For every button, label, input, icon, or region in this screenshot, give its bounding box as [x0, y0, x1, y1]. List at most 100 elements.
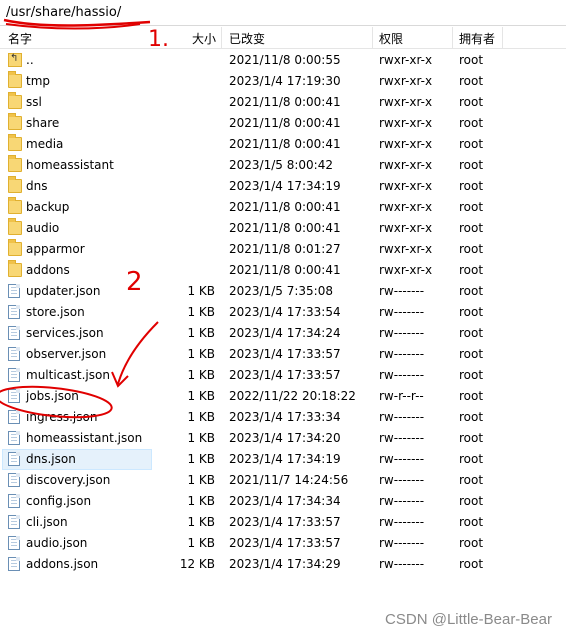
file-modified: 2023/1/4 17:34:19: [229, 452, 341, 466]
folder-icon: [8, 197, 22, 214]
file-owner: root: [459, 263, 484, 277]
file-modified: 2023/1/4 17:34:29: [229, 557, 341, 571]
file-row[interactable]: observer.json 1 KB 2023/1/4 17:33:57 rw----…: [0, 344, 566, 365]
file-size: 1 KB: [187, 347, 215, 361]
folder-row[interactable]: homeassistant 2023/1/5 8:00:42 rwxr-xr-x ro…: [0, 155, 566, 176]
file-row[interactable]: jobs.json 1 KB 2022/11/22 20:18:22 rw-r--r-…: [0, 386, 566, 407]
file-permissions: rwxr-xr-x: [379, 95, 433, 109]
file-icon: [8, 515, 20, 529]
column-divider[interactable]: [502, 27, 503, 48]
file-size: 1 KB: [187, 431, 215, 445]
file-owner: root: [459, 305, 484, 319]
file-icon: [8, 431, 20, 445]
folder-row[interactable]: audio 2021/11/8 0:00:41 rwxr-xr-x root: [0, 218, 566, 239]
column-permissions[interactable]: 权限: [379, 30, 403, 47]
file-name: ingress.json: [26, 410, 98, 424]
file-icon: [8, 410, 20, 424]
file-name: share: [26, 116, 60, 130]
file-owner: root: [459, 557, 484, 571]
file-name: multicast.json: [26, 368, 110, 382]
file-owner: root: [459, 221, 484, 235]
folder-row[interactable]: addons 2021/11/8 0:00:41 rwxr-xr-x root: [0, 260, 566, 281]
file-permissions: rw-------: [379, 305, 425, 319]
file-modified: 2023/1/4 17:33:57: [229, 368, 341, 382]
path-bar[interactable]: /usr/share/hassio/: [0, 0, 566, 26]
file-permissions: rwxr-xr-x: [379, 263, 433, 277]
file-permissions: rwxr-xr-x: [379, 200, 433, 214]
file-modified: 2023/1/5 8:00:42: [229, 158, 333, 172]
file-modified: 2021/11/8 0:00:55: [229, 53, 341, 67]
file-row[interactable]: homeassistant.json 1 KB 2023/1/4 17:34:20 r…: [0, 428, 566, 449]
file-size: 12 KB: [179, 557, 215, 571]
file-row[interactable]: updater.json 1 KB 2023/1/5 7:35:08 rw------…: [0, 281, 566, 302]
file-row[interactable]: services.json 1 KB 2023/1/4 17:34:24 rw----…: [0, 323, 566, 344]
file-modified: 2023/1/4 17:34:19: [229, 179, 341, 193]
file-permissions: rwxr-xr-x: [379, 242, 433, 256]
file-row[interactable]: multicast.json 1 KB 2023/1/4 17:33:57 rw---…: [0, 365, 566, 386]
column-divider[interactable]: [452, 27, 453, 48]
file-size: 1 KB: [187, 368, 215, 382]
file-owner: root: [459, 137, 484, 151]
file-modified: 2021/11/8 0:00:41: [229, 137, 341, 151]
column-divider[interactable]: [221, 27, 222, 48]
file-modified: 2023/1/4 17:33:54: [229, 305, 341, 319]
file-modified: 2021/11/7 14:24:56: [229, 473, 349, 487]
current-path: /usr/share/hassio/: [6, 5, 122, 20]
file-owner: root: [459, 95, 484, 109]
file-size: 1 KB: [187, 494, 215, 508]
file-size: 1 KB: [187, 389, 215, 403]
file-icon: [8, 494, 20, 508]
file-row[interactable]: audio.json 1 KB 2023/1/4 17:33:57 rw-------…: [0, 533, 566, 554]
file-owner: root: [459, 326, 484, 340]
column-owner[interactable]: 拥有者: [459, 30, 495, 47]
file-row[interactable]: config.json 1 KB 2023/1/4 17:34:34 rw------…: [0, 491, 566, 512]
file-permissions: rwxr-xr-x: [379, 53, 433, 67]
file-owner: root: [459, 242, 484, 256]
file-icon: [8, 326, 20, 340]
folder-row[interactable]: ↰.. 2021/11/8 0:00:55 rwxr-xr-x root: [0, 50, 566, 71]
file-name: services.json: [26, 326, 104, 340]
file-permissions: rw-------: [379, 515, 425, 529]
file-permissions: rwxr-xr-x: [379, 158, 433, 172]
file-row[interactable]: ingress.json 1 KB 2023/1/4 17:33:34 rw-----…: [0, 407, 566, 428]
folder-row[interactable]: ssl 2021/11/8 0:00:41 rwxr-xr-x root: [0, 92, 566, 113]
column-size[interactable]: 大小: [192, 30, 216, 47]
file-size: 1 KB: [187, 536, 215, 550]
column-name[interactable]: 名字: [8, 30, 32, 47]
file-permissions: rw-------: [379, 410, 425, 424]
file-row[interactable]: cli.json 1 KB 2023/1/4 17:33:57 rw------- ro…: [0, 512, 566, 533]
file-owner: root: [459, 515, 484, 529]
folder-icon: [8, 71, 22, 88]
file-row[interactable]: discovery.json 1 KB 2021/11/7 14:24:56 rw--…: [0, 470, 566, 491]
file-modified: 2022/11/22 20:18:22: [229, 389, 356, 403]
file-size: 1 KB: [187, 326, 215, 340]
folder-row[interactable]: backup 2021/11/8 0:00:41 rwxr-xr-x root: [0, 197, 566, 218]
file-permissions: rwxr-xr-x: [379, 116, 433, 130]
folder-row[interactable]: tmp 2023/1/4 17:19:30 rwxr-xr-x root: [0, 71, 566, 92]
watermark: CSDN @Little-Bear-Bear: [385, 611, 552, 628]
file-row[interactable]: addons.json 12 KB 2023/1/4 17:34:29 rw-----…: [0, 554, 566, 575]
folder-row[interactable]: share 2021/11/8 0:00:41 rwxr-xr-x root: [0, 113, 566, 134]
file-owner: root: [459, 74, 484, 88]
folder-row[interactable]: dns 2023/1/4 17:34:19 rwxr-xr-x root: [0, 176, 566, 197]
file-row[interactable]: dns.json 1 KB 2023/1/4 17:34:19 rw------- ro…: [0, 449, 566, 470]
file-size: 1 KB: [187, 305, 215, 319]
file-name: tmp: [26, 74, 51, 88]
column-modified[interactable]: 已改变: [229, 30, 265, 47]
file-name: apparmor: [26, 242, 85, 256]
column-divider[interactable]: [372, 27, 373, 48]
file-permissions: rw-------: [379, 473, 425, 487]
file-name: audio.json: [26, 536, 88, 550]
file-row[interactable]: store.json 1 KB 2023/1/4 17:33:54 rw-------…: [0, 302, 566, 323]
folder-row[interactable]: apparmor 2021/11/8 0:01:27 rwxr-xr-x root: [0, 239, 566, 260]
file-permissions: rwxr-xr-x: [379, 179, 433, 193]
file-name: config.json: [26, 494, 92, 508]
folder-icon: [8, 218, 22, 235]
folder-icon: [8, 176, 22, 193]
file-owner: root: [459, 179, 484, 193]
file-owner: root: [459, 116, 484, 130]
file-modified: 2023/1/4 17:33:57: [229, 347, 341, 361]
file-icon: [8, 347, 20, 361]
folder-row[interactable]: media 2021/11/8 0:00:41 rwxr-xr-x root: [0, 134, 566, 155]
file-name: ssl: [26, 95, 42, 109]
